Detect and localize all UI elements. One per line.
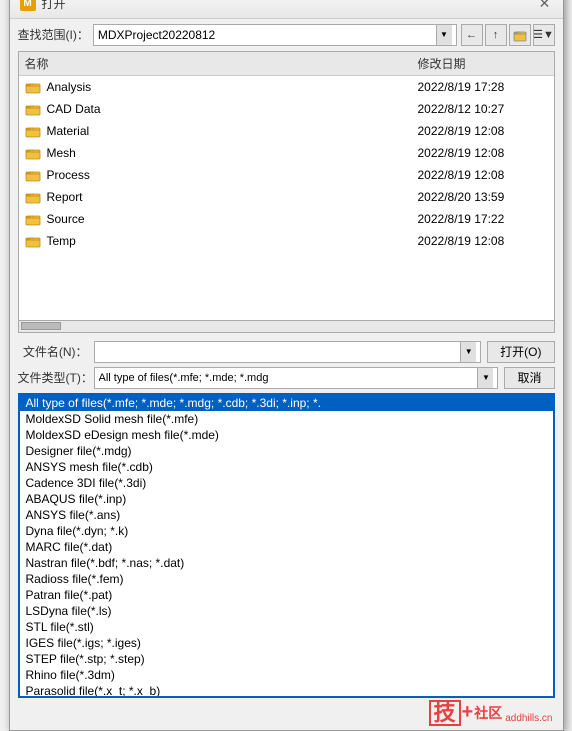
dropdown-item[interactable]: Parasolid file(*.x_t; *.x_b): [20, 683, 553, 698]
file-list-item[interactable]: CAD Data 2022/8/12 10:27: [19, 98, 554, 120]
horizontal-scrollbar[interactable]: [18, 321, 555, 333]
watermark: 技 + 社区 addhills.cn: [429, 700, 553, 726]
file-item-date: 2022/8/19 12:08: [418, 168, 548, 182]
filetype-value: All type of files(*.mfe; *.mde; *.mdg: [99, 372, 478, 384]
dropdown-item[interactable]: ABAQUS file(*.inp): [20, 491, 553, 507]
file-item-date: 2022/8/19 17:22: [418, 212, 548, 226]
folder-icon: [25, 145, 41, 161]
dialog-title: 打开: [42, 0, 66, 12]
close-button[interactable]: ✕: [537, 0, 553, 11]
back-button[interactable]: ←: [461, 24, 483, 46]
watermark-plus: +: [462, 701, 474, 724]
file-list-area[interactable]: 名称 修改日期 Analysis 2022/8/19 17:28 CAD Dat…: [18, 51, 555, 321]
dropdown-item[interactable]: ANSYS mesh file(*.cdb): [20, 459, 553, 475]
dropdown-item[interactable]: IGES file(*.igs; *.iges): [20, 635, 553, 651]
file-item-name: Process: [47, 168, 412, 182]
col-date-header: 修改日期: [418, 55, 548, 72]
dropdown-item[interactable]: Designer file(*.mdg): [20, 443, 553, 459]
file-list-item[interactable]: Report 2022/8/20 13:59: [19, 186, 554, 208]
file-list-item[interactable]: Mesh 2022/8/19 12:08: [19, 142, 554, 164]
file-item-name: Source: [47, 212, 412, 226]
dropdown-item[interactable]: MoldexSD eDesign mesh file(*.mde): [20, 427, 553, 443]
dropdown-item[interactable]: Patran file(*.pat): [20, 587, 553, 603]
title-bar: M 打开 ✕: [10, 0, 563, 19]
file-list-item[interactable]: Analysis 2022/8/19 17:28: [19, 76, 554, 98]
folder-icon: [25, 101, 41, 117]
up-button[interactable]: ↑: [485, 24, 507, 46]
filetype-row: 文件类型(T)： All type of files(*.mfe; *.mde;…: [18, 367, 555, 389]
dropdown-item[interactable]: MARC file(*.dat): [20, 539, 553, 555]
file-item-date: 2022/8/19 17:28: [418, 80, 548, 94]
dropdown-item[interactable]: STEP file(*.stp; *.step): [20, 651, 553, 667]
file-item-date: 2022/8/12 10:27: [418, 102, 548, 116]
file-item-date: 2022/8/20 13:59: [418, 190, 548, 204]
path-value: MDXProject20220812: [98, 28, 436, 42]
cancel-button[interactable]: 取消: [504, 367, 554, 389]
file-item-name: Material: [47, 124, 412, 138]
watermark-text: 社区: [474, 703, 502, 723]
folder-icon: [25, 211, 41, 227]
file-list-item[interactable]: Material 2022/8/19 12:08: [19, 120, 554, 142]
col-name-header: 名称: [25, 55, 418, 72]
dropdown-item[interactable]: Cadence 3DI file(*.3di): [20, 475, 553, 491]
dropdown-item[interactable]: Rhino file(*.3dm): [20, 667, 553, 683]
file-item-date: 2022/8/19 12:08: [418, 234, 548, 248]
dropdown-item[interactable]: Radioss file(*.fem): [20, 571, 553, 587]
file-item-name: CAD Data: [47, 102, 412, 116]
dropdown-body: All type of files(*.mfe; *.mde; *.mdg; *…: [20, 395, 553, 698]
look-in-label: 查找范围(I)：: [18, 26, 89, 43]
filetype-dropdown-arrow[interactable]: ▼: [477, 368, 493, 388]
dropdown-item[interactable]: MoldexSD Solid mesh file(*.mfe): [20, 411, 553, 427]
open-button[interactable]: 打开(O): [487, 341, 554, 363]
new-folder-button[interactable]: [509, 24, 531, 46]
dropdown-item[interactable]: Dyna file(*.dyn; *.k): [20, 523, 553, 539]
file-list-body: Analysis 2022/8/19 17:28 CAD Data 2022/8…: [19, 76, 554, 252]
path-combobox[interactable]: MDXProject20220812 ▼: [93, 24, 457, 46]
dropdown-item[interactable]: All type of files(*.mfe; *.mde; *.mdg; *…: [20, 395, 553, 411]
folder-icon: [25, 233, 41, 249]
bottom-form: 文件名(N)： ▼ 打开(O) 文件类型(T)： All type of fil…: [10, 337, 563, 393]
file-item-name: Report: [47, 190, 412, 204]
watermark-icon: 技: [429, 700, 461, 726]
watermark-domain: addhills.cn: [505, 713, 552, 726]
app-icon: M: [20, 0, 36, 11]
file-list-item[interactable]: Temp 2022/8/19 12:08: [19, 230, 554, 252]
filetype-input[interactable]: All type of files(*.mfe; *.mde; *.mdg ▼: [94, 367, 499, 389]
filename-input[interactable]: ▼: [94, 341, 482, 363]
dropdown-item[interactable]: ANSYS file(*.ans): [20, 507, 553, 523]
file-list-item[interactable]: Process 2022/8/19 12:08: [19, 164, 554, 186]
folder-icon: [25, 167, 41, 183]
path-dropdown-arrow[interactable]: ▼: [436, 25, 452, 45]
filename-dropdown-arrow[interactable]: ▼: [460, 342, 476, 362]
scrollbar-thumb[interactable]: [21, 322, 61, 330]
dropdown-item[interactable]: Nastran file(*.bdf; *.nas; *.dat): [20, 555, 553, 571]
file-item-date: 2022/8/19 12:08: [418, 124, 548, 138]
file-list-item[interactable]: Source 2022/8/19 17:22: [19, 208, 554, 230]
folder-icon: [25, 189, 41, 205]
file-item-name: Temp: [47, 234, 412, 248]
dropdown-item[interactable]: STL file(*.stl): [20, 619, 553, 635]
filename-row: 文件名(N)： ▼ 打开(O): [18, 341, 555, 363]
dropdown-item[interactable]: LSDyna file(*.ls): [20, 603, 553, 619]
filetype-label: 文件类型(T)：: [18, 369, 88, 386]
file-list-header: 名称 修改日期: [19, 52, 554, 76]
file-item-name: Analysis: [47, 80, 412, 94]
filename-label: 文件名(N)：: [18, 343, 88, 360]
folder-icon: [25, 123, 41, 139]
file-item-date: 2022/8/19 12:08: [418, 146, 548, 160]
folder-icon: [25, 79, 41, 95]
filetype-dropdown-list[interactable]: All type of files(*.mfe; *.mde; *.mdg; *…: [18, 393, 555, 698]
toolbar-row: 查找范围(I)： MDXProject20220812 ▼ ← ↑ ☰▼: [10, 19, 563, 51]
file-item-name: Mesh: [47, 146, 412, 160]
view-button[interactable]: ☰▼: [533, 24, 555, 46]
